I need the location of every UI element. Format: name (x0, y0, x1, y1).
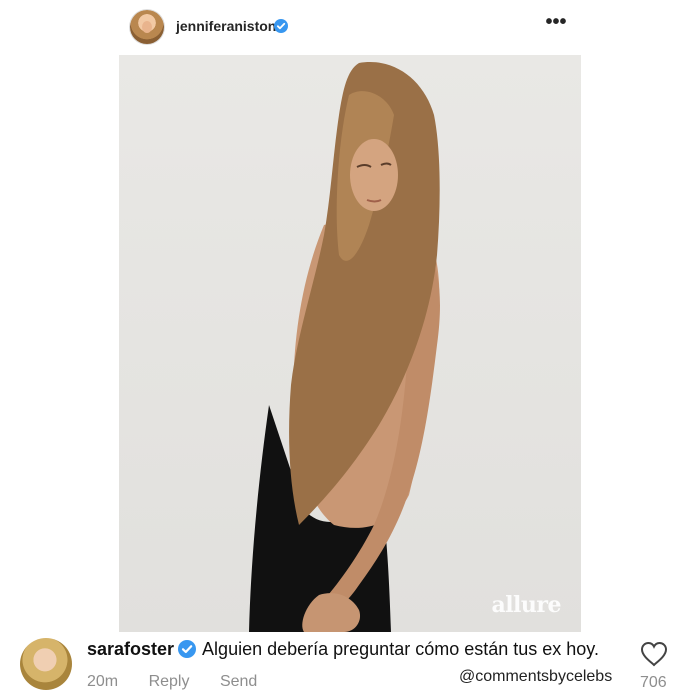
post-header: jenniferaniston ••• (130, 8, 570, 46)
comment-meta: 20m Reply Send (87, 673, 283, 691)
post-author-username[interactable]: jenniferaniston (176, 18, 276, 34)
send-button[interactable]: Send (220, 673, 257, 690)
heart-outline-icon[interactable] (639, 640, 669, 668)
source-credit: @commentsbycelebs (459, 668, 613, 685)
more-options-icon[interactable]: ••• (542, 12, 570, 38)
photo-watermark: allure (491, 592, 561, 618)
verified-badge-icon (178, 640, 197, 658)
comment-text: Alguien debería preguntar cómo están tus… (202, 639, 599, 659)
verified-badge-icon (274, 19, 288, 33)
comment-author-username[interactable]: sarafoster (87, 639, 174, 659)
post-author-avatar[interactable] (130, 10, 164, 44)
reply-button[interactable]: Reply (149, 673, 190, 690)
comment: sarafoster Alguien debería preguntar cómo… (87, 638, 647, 660)
comment-like-count: 706 (640, 674, 667, 691)
comment-timestamp: 20m (87, 673, 119, 690)
comment-author-avatar[interactable] (20, 638, 72, 690)
post-photo: allure (119, 55, 581, 632)
photo-illustration (249, 62, 440, 632)
